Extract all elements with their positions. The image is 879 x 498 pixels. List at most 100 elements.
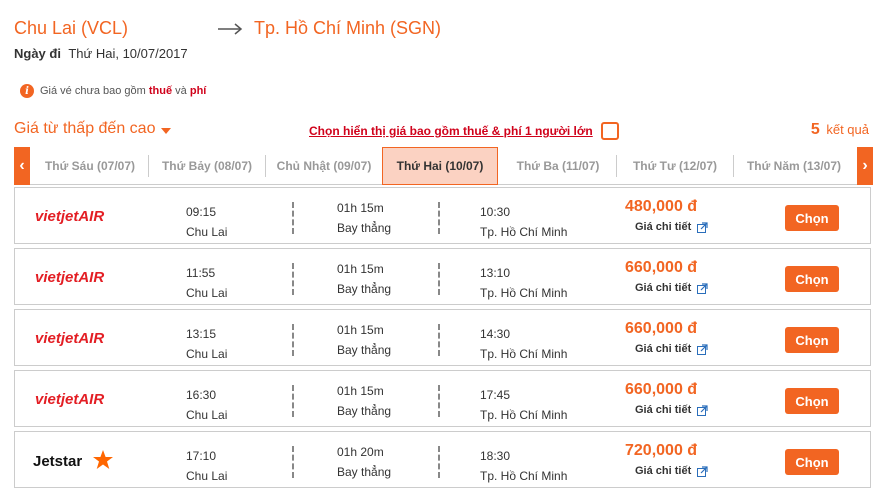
price-notice: i Giá vé chưa bao gồm thuế và phí <box>20 84 206 98</box>
arrival-city: Tp. Hồ Chí Minh <box>480 408 568 422</box>
arrival-city: Tp. Hồ Chí Minh <box>480 469 568 483</box>
vietjet-logo: vietjetAIR <box>35 330 104 347</box>
flight-stops: Bay thẳng <box>337 404 392 418</box>
flight-duration: 01h 15m <box>337 262 384 276</box>
divider <box>438 446 440 478</box>
flight-row: vietjetAIR 16:30 Chu Lai 01h 15m Bay thẳ… <box>14 370 871 427</box>
notice-text: Giá vé chưa bao gồm <box>40 85 149 97</box>
flight-price: 660,000 đ <box>625 259 698 276</box>
include-fee-checkbox[interactable] <box>600 122 619 140</box>
depart-label: Ngày đi <box>14 46 61 61</box>
divider <box>292 263 294 295</box>
flight-price: 660,000 đ <box>625 381 698 398</box>
flight-row: vietjetAIR 13:15 Chu Lai 01h 15m Bay thẳ… <box>14 309 871 366</box>
arrival-time: 14:30 <box>480 327 511 341</box>
arrival-time: 13:10 <box>480 266 511 280</box>
date-tab-bar: ‹ Thứ Sáu (07/07) Thứ Bảy (08/07) Chủ Nh… <box>14 147 873 185</box>
external-link-icon[interactable] <box>697 282 708 294</box>
vietjet-logo: vietjetAIR <box>35 208 104 225</box>
price-detail-label[interactable]: Giá chi tiết <box>635 465 691 477</box>
arrival-time: 10:30 <box>480 205 511 219</box>
flight-row: vietjetAIR 09:15 Chu Lai 01h 15m Bay thẳ… <box>14 187 871 244</box>
date-tab-label: Thứ Bảy (08/07) <box>161 159 253 173</box>
vietjet-logo: vietjetAIR <box>35 269 104 286</box>
select-flight-button[interactable]: Chọn <box>785 327 839 353</box>
sort-label: Giá từ thấp đến cao <box>14 120 156 137</box>
notice-fee: phí <box>189 85 207 97</box>
notice-and: và <box>172 85 190 97</box>
external-link-icon[interactable] <box>697 465 708 477</box>
svg-text:vietjetAIR: vietjetAIR <box>35 391 104 408</box>
departure-time: 09:15 <box>186 205 217 219</box>
date-tab[interactable]: Thứ Năm (13/07) <box>734 147 854 185</box>
select-flight-button[interactable]: Chọn <box>785 205 839 231</box>
arrow-right-icon <box>218 23 243 35</box>
departure-city: Chu Lai <box>186 469 228 483</box>
arrival-city: Tp. Hồ Chí Minh <box>480 225 568 239</box>
external-link-icon[interactable] <box>697 221 708 233</box>
price-detail-label[interactable]: Giá chi tiết <box>635 343 691 355</box>
departure-city: Chu Lai <box>186 286 228 300</box>
date-tab[interactable]: Thứ Sáu (07/07) <box>32 147 148 185</box>
include-fee-toggle[interactable]: Chọn hiển thị giá bao gồm thuế & phí 1 n… <box>309 122 619 140</box>
result-count-number: 5 <box>810 121 820 138</box>
price-detail-link[interactable]: Giá chi tiết <box>635 404 708 416</box>
svg-text:Jetstar: Jetstar <box>33 453 82 470</box>
date-tab[interactable]: Chủ Nhật (09/07) <box>266 147 382 185</box>
price-detail-link[interactable]: Giá chi tiết <box>635 221 708 233</box>
date-tab[interactable]: Thứ Tư (12/07) <box>617 147 733 185</box>
external-link-icon[interactable] <box>697 343 708 355</box>
price-detail-label[interactable]: Giá chi tiết <box>635 404 691 416</box>
date-tab[interactable]: Thứ Ba (11/07) <box>500 147 616 185</box>
include-fee-label[interactable]: Chọn hiển thị giá bao gồm thuế & phí 1 n… <box>309 124 593 138</box>
flight-stops: Bay thẳng <box>337 465 392 479</box>
chevron-left-icon: ‹ <box>19 157 25 174</box>
flight-duration: 01h 15m <box>337 323 384 337</box>
date-tab-active[interactable]: Thứ Hai (10/07) <box>382 147 498 185</box>
price-detail-link[interactable]: Giá chi tiết <box>635 465 708 477</box>
divider <box>438 202 440 234</box>
divider <box>292 385 294 417</box>
flight-duration: 01h 20m <box>337 445 384 459</box>
prev-date-button[interactable]: ‹ <box>14 147 30 185</box>
info-icon: i <box>20 84 34 98</box>
flight-price: 660,000 đ <box>625 320 698 337</box>
arrival-time: 18:30 <box>480 449 511 463</box>
svg-text:vietjetAIR: vietjetAIR <box>35 330 104 347</box>
select-flight-button[interactable]: Chọn <box>785 449 839 475</box>
sort-dropdown[interactable]: Giá từ thấp đến cao <box>14 120 172 138</box>
arrival-time: 17:45 <box>480 388 511 402</box>
price-detail-label[interactable]: Giá chi tiết <box>635 221 691 233</box>
jetstar-logo: Jetstar <box>33 450 113 470</box>
departure-city: Chu Lai <box>186 347 228 361</box>
depart-date: Thứ Hai, 10/07/2017 <box>68 46 188 61</box>
flight-stops: Bay thẳng <box>337 221 392 235</box>
date-tab-label: Thứ Ba (11/07) <box>516 159 600 173</box>
select-flight-button[interactable]: Chọn <box>785 266 839 292</box>
caret-down-icon <box>161 127 172 134</box>
date-tab[interactable]: Thứ Bảy (08/07) <box>149 147 265 185</box>
next-date-button[interactable]: › <box>857 147 873 185</box>
date-tab-label: Chủ Nhật (09/07) <box>276 159 372 173</box>
departure-time: 17:10 <box>186 449 217 463</box>
external-link-icon[interactable] <box>697 404 708 416</box>
chevron-right-icon: › <box>862 157 868 174</box>
flight-stops: Bay thẳng <box>337 343 392 357</box>
price-detail-label[interactable]: Giá chi tiết <box>635 282 691 294</box>
divider <box>292 324 294 356</box>
flight-stops: Bay thẳng <box>337 282 392 296</box>
departure-time: 16:30 <box>186 388 217 402</box>
vietjet-logo: vietjetAIR <box>35 391 104 408</box>
flight-duration: 01h 15m <box>337 384 384 398</box>
price-detail-link[interactable]: Giá chi tiết <box>635 343 708 355</box>
price-detail-link[interactable]: Giá chi tiết <box>635 282 708 294</box>
departure-time: 13:15 <box>186 327 217 341</box>
divider <box>292 202 294 234</box>
select-flight-button[interactable]: Chọn <box>785 388 839 414</box>
svg-text:vietjetAIR: vietjetAIR <box>35 208 104 225</box>
flight-row: vietjetAIR 11:55 Chu Lai 01h 15m Bay thẳ… <box>14 248 871 305</box>
date-tab-label: Thứ Sáu (07/07) <box>44 159 136 173</box>
flight-price: 720,000 đ <box>625 442 698 459</box>
date-tab-label: Thứ Tư (12/07) <box>632 159 718 173</box>
flight-price: 480,000 đ <box>625 198 698 215</box>
